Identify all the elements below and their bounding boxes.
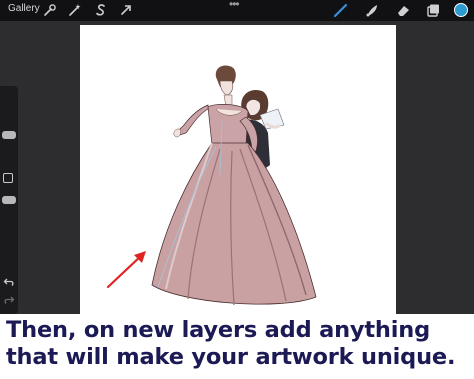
- instruction-caption: Then, on new layers add anything that wi…: [0, 314, 474, 379]
- artwork-illustration: [106, 65, 317, 306]
- layers-icon[interactable]: [425, 2, 441, 18]
- eraser-icon[interactable]: [395, 2, 411, 18]
- transform-arrow-icon[interactable]: [118, 2, 134, 18]
- brush-icon[interactable]: [333, 2, 349, 18]
- magic-wand-icon[interactable]: [67, 2, 83, 18]
- opacity-slider[interactable]: [2, 196, 16, 204]
- caption-line-2: that will make your artwork unique.: [6, 344, 456, 370]
- red-annotation-arrow: [106, 251, 146, 289]
- left-sidebar: [0, 86, 18, 314]
- more-options-icon[interactable]: •••: [229, 0, 247, 10]
- caption-line-1: Then, on new layers add anything: [6, 317, 430, 343]
- redo-icon[interactable]: [3, 294, 15, 306]
- color-picker-swatch[interactable]: [454, 3, 468, 17]
- brush-size-slider[interactable]: [2, 131, 16, 139]
- main-figure-gown: [151, 65, 317, 306]
- procreate-app: Gallery ••• Then, on new layers add anyt…: [0, 0, 474, 379]
- wrench-icon[interactable]: [42, 2, 58, 18]
- gallery-button[interactable]: Gallery: [8, 3, 40, 14]
- smudge-icon[interactable]: [364, 2, 380, 18]
- selection-s-icon[interactable]: [93, 2, 109, 18]
- undo-icon[interactable]: [3, 276, 15, 288]
- top-toolbar: Gallery •••: [0, 0, 474, 21]
- modify-square-icon[interactable]: [3, 173, 13, 183]
- drawing-canvas[interactable]: [80, 25, 396, 314]
